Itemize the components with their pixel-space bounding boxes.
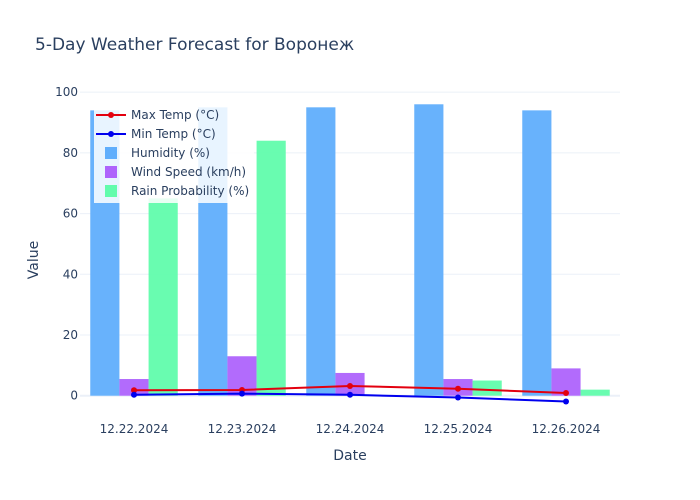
bar: [148, 198, 178, 396]
legend-bar-swatch: [105, 185, 117, 197]
chart-container: 0 20 40 60 80 100 12.22.2024 12.23.2024 12.24.20…: [0, 0, 700, 500]
y-tick-label: 0: [70, 389, 78, 403]
chart-title: 5-Day Weather Forecast for Воронеж: [35, 35, 354, 55]
legend-label: Rain Probability (%): [131, 184, 249, 198]
bar: [472, 380, 502, 396]
x-tick-label: 12.26.2024: [532, 422, 601, 436]
line-point: [347, 383, 353, 389]
line-point: [131, 391, 137, 398]
bar: [256, 140, 286, 396]
bar: [306, 107, 336, 396]
legend-label: Max Temp (°C): [131, 108, 219, 122]
legend-label: Min Temp (°C): [131, 127, 216, 141]
x-tick-label: 12.25.2024: [424, 422, 493, 436]
line-point: [347, 391, 353, 398]
legend-bar-swatch: [105, 147, 117, 159]
x-tick-label: 12.23.2024: [208, 422, 277, 436]
weather-chart: 0 20 40 60 80 100 12.22.2024 12.23.2024 12.24.20…: [0, 0, 700, 500]
x-axis-title: Date: [333, 448, 366, 464]
y-tick-label: 60: [63, 207, 78, 221]
y-tick-label: 100: [55, 85, 78, 99]
y-tick-label: 40: [63, 267, 78, 281]
line-point: [239, 390, 245, 397]
line-point: [455, 385, 461, 392]
line-point: [563, 398, 569, 405]
line-point: [563, 389, 569, 396]
bar: [580, 389, 610, 396]
y-axis-title: Value: [26, 241, 42, 279]
legend-label: Wind Speed (km/h): [131, 165, 246, 179]
legend-marker: [108, 112, 114, 118]
legend-bar-swatch: [105, 166, 117, 178]
x-tick-label: 12.24.2024: [316, 422, 385, 436]
legend: Max Temp (°C) Min Temp (°C) Humidity (%) Wi…: [94, 104, 254, 203]
bar: [522, 110, 552, 396]
x-tick-label: 12.22.2024: [100, 422, 169, 436]
y-tick-label: 20: [63, 328, 78, 342]
bar: [414, 104, 444, 396]
legend-label: Humidity (%): [131, 146, 210, 160]
line-point: [455, 394, 461, 401]
legend-marker: [108, 131, 114, 137]
y-tick-label: 80: [63, 146, 78, 160]
